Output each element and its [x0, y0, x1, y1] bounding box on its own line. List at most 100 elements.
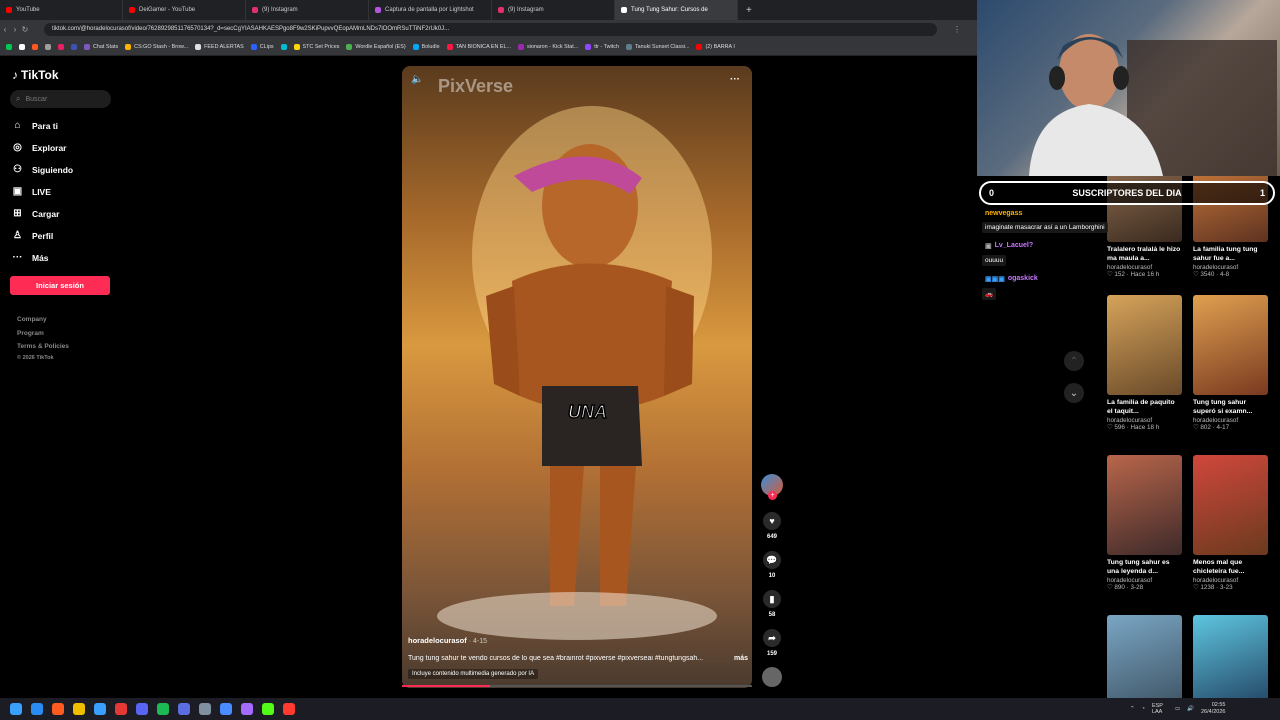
nav-item-perfil[interactable]: ♙ Perfil	[12, 230, 53, 241]
bookmark-item[interactable]	[32, 43, 38, 50]
windows-start-icon[interactable]	[10, 703, 22, 715]
chevron-up-icon[interactable]: ⌃	[1130, 706, 1135, 712]
next-video-arrow[interactable]: ⌄	[1064, 383, 1084, 403]
bookmark-item[interactable]: sionaron - Kick Stat...	[517, 43, 578, 50]
bookmark-favicon-icon	[125, 43, 132, 50]
bookmark-item[interactable]	[6, 43, 12, 50]
search-input[interactable]: ⌕ Buscar	[10, 90, 111, 108]
video-title[interactable]: La familia de paquito el taquit...	[1107, 398, 1182, 416]
video-options-icon[interactable]: ···	[730, 74, 740, 85]
video-thumbnail[interactable]	[1193, 455, 1268, 555]
video-title[interactable]: Tung tung sahur es una leyenda d...	[1107, 558, 1182, 576]
nav-item-siguiendo[interactable]: ⚇ Siguiendo	[12, 164, 73, 175]
video-more-link[interactable]: más	[734, 655, 748, 662]
bookmark-item[interactable]: Chat Stats	[84, 43, 118, 50]
taskbar-app-icon[interactable]	[94, 703, 106, 715]
video-thumbnail[interactable]	[1193, 295, 1268, 395]
recommended-video-card[interactable]: Tung tung sahur es una leyenda d... horad…	[1107, 455, 1182, 591]
taskbar-app-icon[interactable]	[157, 703, 169, 715]
browser-tab[interactable]: YouTube	[0, 0, 123, 20]
bookmark-item[interactable]: Boludle	[412, 43, 440, 50]
comment-button[interactable]: 💬 10	[763, 551, 781, 579]
previous-video-arrow[interactable]: ⌃	[1064, 351, 1084, 371]
video-title[interactable]: Tung tung sahur superó si examn...	[1193, 398, 1268, 416]
save-button[interactable]: ▮ 58	[763, 590, 781, 618]
video-author[interactable]: horadelocurasof	[1107, 417, 1182, 424]
browser-tab[interactable]: Captura de pantalla por Lightshot	[369, 0, 492, 20]
taskbar-app-icon[interactable]	[220, 703, 232, 715]
bookmark-item[interactable]: FEED ALERTAS	[195, 43, 244, 50]
video-progress-track[interactable]	[402, 685, 752, 687]
bookmark-item[interactable]: Wordle Español (ES)	[346, 43, 406, 50]
taskbar-app-icon[interactable]	[262, 703, 274, 715]
taskbar-app-icon[interactable]	[52, 703, 64, 715]
video-thumbnail[interactable]	[1107, 455, 1182, 555]
share-button[interactable]: ➦ 159	[763, 629, 781, 657]
bookmark-favicon-icon	[696, 43, 703, 50]
bookmark-item[interactable]	[71, 43, 77, 50]
bookmark-item[interactable]	[58, 43, 64, 50]
bookmark-item[interactable]: CLips	[250, 43, 274, 50]
new-tab-icon[interactable]: +	[738, 5, 760, 16]
bookmark-item[interactable]: ttr - Twitch	[585, 43, 619, 50]
bookmark-item[interactable]: (2) BARRA I	[696, 43, 735, 50]
follow-plus-icon[interactable]: +	[768, 491, 777, 500]
footer-program[interactable]: Program	[17, 330, 44, 337]
recommended-video-card[interactable]: Tung tung sahur superó si examn... horade…	[1193, 295, 1268, 431]
speaker-icon[interactable]: 🔊	[1187, 706, 1194, 712]
video-author[interactable]: horadelocurasof	[408, 636, 467, 645]
browser-tab[interactable]: Tung Tung Sahur: Cursos de	[615, 0, 738, 20]
sound-disc-icon[interactable]	[762, 667, 782, 687]
lang-indicator[interactable]: ESP LAA	[1152, 703, 1168, 715]
extension-icon[interactable]: ⋮	[937, 25, 977, 34]
recommended-video-card[interactable]: La familia de paquito el taquit... horade…	[1107, 295, 1182, 431]
recommended-video-card[interactable]: Menos mal que chicleteira fue... horadelo…	[1193, 455, 1268, 591]
nav-item-live[interactable]: ▣ LIVE	[12, 186, 51, 197]
browser-tab[interactable]: (9) Instagram	[492, 0, 615, 20]
nav-item-más[interactable]: ··· Más	[12, 252, 49, 263]
video-author[interactable]: horadelocurasof	[1107, 577, 1182, 584]
browser-tab[interactable]: DeiGamer - YouTube	[123, 0, 246, 20]
taskbar-app-icon[interactable]	[283, 703, 295, 715]
nav-item-para-ti[interactable]: ⌂ Para ti	[12, 120, 58, 131]
nav-item-explorar[interactable]: ◎ Explorar	[12, 142, 66, 153]
login-button[interactable]: Iniciar sesión	[10, 276, 110, 295]
taskbar-app-icon[interactable]	[31, 703, 43, 715]
video-player[interactable]	[402, 66, 752, 688]
footer-terms[interactable]: Terms & Policies	[17, 343, 69, 350]
back-icon[interactable]: ‹	[0, 25, 10, 34]
forward-icon[interactable]: ›	[10, 25, 20, 34]
bookmark-item[interactable]: Tanuki Sunset Classi...	[625, 43, 689, 50]
wifi-icon[interactable]: ◔	[1142, 706, 1145, 712]
video-thumbnail[interactable]	[1107, 295, 1182, 395]
video-title[interactable]: Tralalero tralalá le hizo ma maula a...	[1107, 245, 1182, 263]
bookmark-item[interactable]	[19, 43, 25, 50]
video-title[interactable]: La familia tung tung sahur fue a...	[1193, 245, 1268, 263]
video-author[interactable]: horadelocurasof	[1193, 417, 1268, 424]
footer-company[interactable]: Company	[17, 316, 47, 323]
video-author[interactable]: horadelocurasof	[1193, 264, 1268, 271]
taskbar-app-icon[interactable]	[178, 703, 190, 715]
video-title[interactable]: Menos mal que chicleteira fue...	[1193, 558, 1268, 576]
bookmark-item[interactable]	[280, 43, 287, 50]
network-icon[interactable]: ▭	[1175, 706, 1180, 712]
taskbar-app-icon[interactable]	[241, 703, 253, 715]
volume-icon[interactable]: 🔈	[411, 74, 423, 85]
bookmark-item[interactable]: STC Set Prices	[293, 43, 339, 50]
reload-icon[interactable]: ↻	[20, 25, 30, 34]
taskbar-app-icon[interactable]	[115, 703, 127, 715]
clock[interactable]: 02:55 26/4/2026	[1201, 702, 1225, 716]
bookmark-item[interactable]: TAN BIONICA EN EL...	[446, 43, 511, 50]
bookmark-item[interactable]	[45, 43, 51, 50]
browser-tab[interactable]: (9) Instagram	[246, 0, 369, 20]
taskbar-app-icon[interactable]	[73, 703, 85, 715]
like-button[interactable]: ♥ 649	[763, 512, 781, 540]
bookmark-item[interactable]: CS:GO Stash - Brow...	[125, 43, 188, 50]
tiktok-logo[interactable]: ♪ TikTok	[12, 68, 59, 82]
video-author[interactable]: horadelocurasof	[1107, 264, 1182, 271]
taskbar-app-icon[interactable]	[136, 703, 148, 715]
taskbar-app-icon[interactable]	[199, 703, 211, 715]
nav-item-cargar[interactable]: ⊞ Cargar	[12, 208, 59, 219]
video-author[interactable]: horadelocurasof	[1193, 577, 1268, 584]
url-field[interactable]: tiktok.com/@horadelocurasof/video/762892…	[44, 22, 937, 36]
